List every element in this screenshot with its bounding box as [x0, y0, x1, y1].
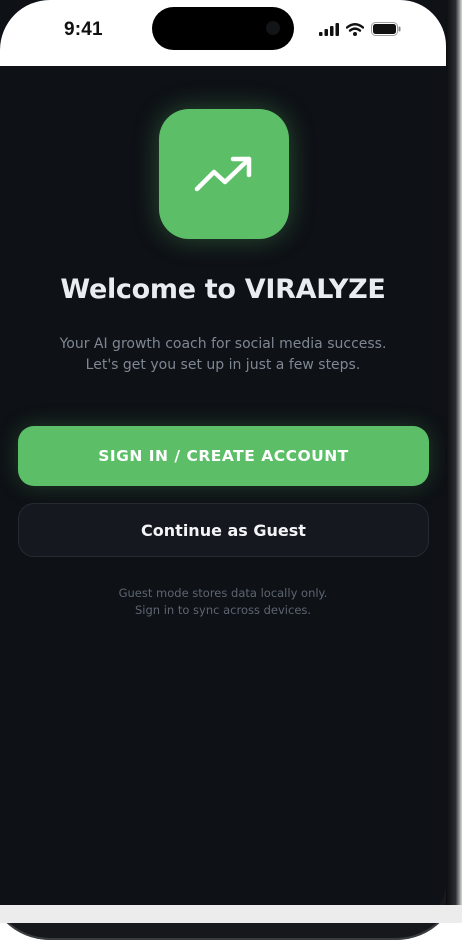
status-icons [319, 22, 401, 36]
note-line-1: Guest mode stores data locally only. [118, 586, 328, 600]
signal-icon [319, 22, 339, 36]
note-line-2: Sign in to sync across devices. [134, 603, 312, 617]
subtitle-line-1: Your AI growth coach for social media su… [59, 336, 387, 352]
page-background-edge [0, 905, 462, 923]
continue-as-guest-button[interactable]: Continue as Guest [18, 503, 429, 557]
app-screen: 9:41 Welcome to VIRALYZE Your AI growth … [0, 0, 446, 923]
page-title: Welcome to VIRALYZE [60, 274, 386, 305]
status-bar: 9:41 [0, 0, 446, 66]
wifi-icon [346, 22, 364, 36]
sign-in-button[interactable]: SIGN IN / CREATE ACCOUNT [18, 426, 429, 486]
status-time: 9:41 [64, 19, 103, 40]
guest-mode-note: Guest mode stores data locally only. Sig… [20, 585, 426, 619]
battery-icon [371, 22, 401, 36]
camera-icon [266, 21, 280, 35]
device-bezel [446, 0, 462, 923]
app-logo [159, 109, 289, 239]
subtitle-line-2: Let's get you set up in just a few steps… [85, 357, 361, 373]
welcome-subtitle: Your AI growth coach for social media su… [20, 334, 426, 376]
dynamic-island [152, 7, 294, 50]
trending-up-icon [194, 156, 252, 192]
